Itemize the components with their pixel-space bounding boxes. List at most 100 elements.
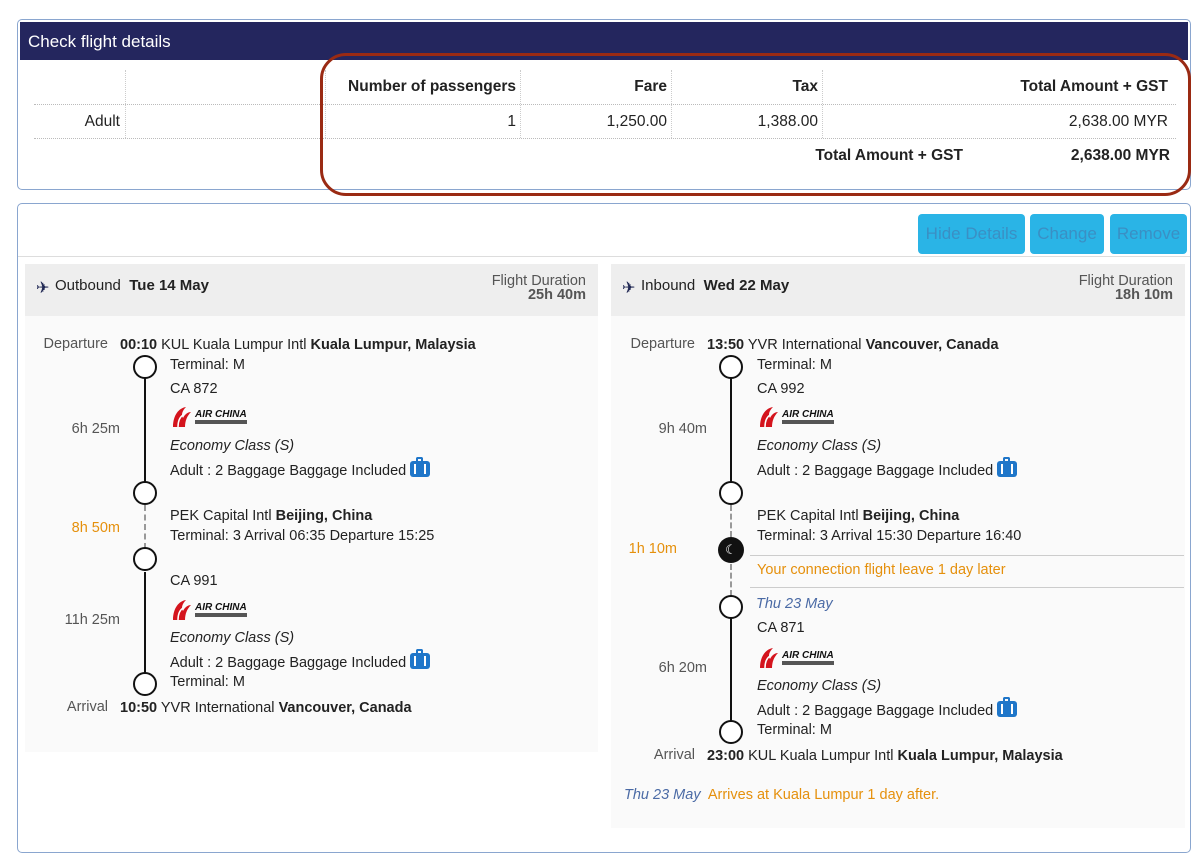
timeline-line xyxy=(730,368,732,482)
layover-city: Beijing, China xyxy=(862,508,960,524)
stop-marker xyxy=(133,481,157,505)
layover-duration: 8h 50m xyxy=(71,520,120,536)
duration-value: 18h 10m xyxy=(1114,287,1173,303)
change-button[interactable]: Change xyxy=(1030,214,1104,254)
baggage-info: Adult : 2 Baggage Baggage Included xyxy=(757,697,1018,719)
layover-details: Terminal: 3 Arrival 15:30 Departure 16:4… xyxy=(757,528,1022,544)
leg-duration: 6h 25m xyxy=(71,421,120,437)
outbound-label: Outbound xyxy=(55,277,121,294)
baggage-text: Adult : 2 Baggage Baggage Included xyxy=(757,703,994,719)
outbound-duration: Flight Duration 25h 40m xyxy=(491,273,586,303)
baggage-text: Adult : 2 Baggage Baggage Included xyxy=(757,463,994,479)
layover-airport: PEK Capital Intl Beijing, China xyxy=(757,508,959,524)
svg-text:AIR CHINA: AIR CHINA xyxy=(781,650,834,661)
stop-marker xyxy=(719,481,743,505)
flight-number: CA 871 xyxy=(757,620,805,636)
departure-city: Vancouver, Canada xyxy=(865,337,999,353)
flight-number: CA 991 xyxy=(170,573,218,589)
table-divider xyxy=(125,70,126,138)
baggage-info: Adult : 2 Baggage Baggage Included xyxy=(757,457,1018,479)
air-china-logo-icon: AIR CHINA xyxy=(173,600,247,621)
svg-text:AIR CHINA: AIR CHINA xyxy=(194,409,247,420)
leg-duration: 9h 40m xyxy=(658,421,707,437)
layover-line xyxy=(730,505,732,537)
inbound-header: ✈ Inbound Wed 22 May Flight Duration 18h… xyxy=(611,264,1185,316)
layover-line xyxy=(730,564,732,596)
departure-label: Departure xyxy=(630,336,695,352)
departure-label: Departure xyxy=(43,336,108,352)
baggage-text: Adult : 2 Baggage Baggage Included xyxy=(170,463,407,479)
stop-marker xyxy=(719,595,743,619)
cabin-class: Economy Class (S) xyxy=(170,438,295,454)
departure-time: 13:50 xyxy=(707,337,745,353)
duration-value: 25h 40m xyxy=(527,287,586,303)
hide-details-button[interactable]: Hide Details xyxy=(918,214,1025,254)
leg-duration: 6h 20m xyxy=(658,660,707,676)
departure-airport: KUL Kuala Lumpur Intl xyxy=(161,337,307,353)
footer-date: Thu 23 May xyxy=(624,787,701,803)
passenger-type: Adult xyxy=(84,113,120,130)
divider xyxy=(750,587,1184,588)
timeline-line xyxy=(144,368,146,482)
svg-text:AIR CHINA: AIR CHINA xyxy=(194,602,247,613)
timeline-line xyxy=(144,572,146,676)
outbound-arrival: 10:50 YVR International Vancouver, Canad… xyxy=(120,700,412,716)
cabin-class: Economy Class (S) xyxy=(170,630,295,646)
remove-button[interactable]: Remove xyxy=(1110,214,1187,254)
layover-airport-name: PEK Capital Intl xyxy=(757,508,859,524)
suitcase-icon xyxy=(997,697,1018,717)
departure-city: Kuala Lumpur, Malaysia xyxy=(310,337,476,353)
divider xyxy=(750,555,1184,556)
arrival-time: 23:00 xyxy=(707,748,745,764)
air-china-logo-icon: AIR CHINA xyxy=(760,407,834,428)
outbound-departure: 00:10 KUL Kuala Lumpur Intl Kuala Lumpur… xyxy=(120,337,476,353)
inbound-date: Wed 22 May xyxy=(703,277,790,294)
leg-duration: 11h 25m xyxy=(64,612,120,628)
arrival-time: 10:50 xyxy=(120,700,158,716)
arrival-label: Arrival xyxy=(66,699,108,715)
flight-number: CA 992 xyxy=(757,381,805,397)
plane-icon: ✈ xyxy=(36,280,50,297)
departure-terminal: Terminal: M xyxy=(757,357,832,373)
moon-icon: ☾ xyxy=(718,537,744,563)
inbound-departure: 13:50 YVR International Vancouver, Canad… xyxy=(707,337,999,353)
baggage-text: Adult : 2 Baggage Baggage Included xyxy=(170,655,407,671)
highlight-outline xyxy=(320,53,1191,196)
arrival-label: Arrival xyxy=(653,747,695,763)
stop-marker xyxy=(133,547,157,571)
cabin-class: Economy Class (S) xyxy=(757,438,882,454)
flight-number: CA 872 xyxy=(170,381,218,397)
departure-airport: YVR International xyxy=(747,337,862,353)
arrival-terminal: Terminal: M xyxy=(170,674,245,690)
arrival-city: Kuala Lumpur, Malaysia xyxy=(897,748,1063,764)
plane-icon: ✈ xyxy=(622,280,636,297)
stop-marker xyxy=(719,355,743,379)
arrival-airport: KUL Kuala Lumpur Intl xyxy=(748,748,894,764)
outbound-header: ✈ Outbound Tue 14 May Flight Duration 25… xyxy=(25,264,598,316)
stop-marker xyxy=(719,720,743,744)
layover-airport-name: PEK Capital Intl xyxy=(170,508,272,524)
layover-line xyxy=(144,505,146,549)
baggage-info: Adult : 2 Baggage Baggage Included xyxy=(170,457,431,479)
suitcase-icon xyxy=(410,457,431,477)
duration-label: Flight Duration xyxy=(491,273,586,289)
inbound-label: Inbound xyxy=(641,277,696,294)
footer-note: Arrives at Kuala Lumpur 1 day after. xyxy=(707,787,940,803)
cabin-class: Economy Class (S) xyxy=(757,678,882,694)
layover-duration: 1h 10m xyxy=(628,541,677,557)
connection-notice: Your connection flight leave 1 day later xyxy=(757,562,1006,578)
departure-terminal: Terminal: M xyxy=(170,357,245,373)
svg-text:AIR CHINA: AIR CHINA xyxy=(781,409,834,420)
suitcase-icon xyxy=(997,457,1018,477)
air-china-logo-icon: AIR CHINA xyxy=(173,407,247,428)
arrival-footer: Thu 23 May Arrives at Kuala Lumpur 1 day… xyxy=(624,787,939,803)
inbound-arrival: 23:00 KUL Kuala Lumpur Intl Kuala Lumpur… xyxy=(707,748,1063,764)
arrival-terminal: Terminal: M xyxy=(757,722,832,738)
arrival-city: Vancouver, Canada xyxy=(278,700,412,716)
air-china-logo-icon: AIR CHINA xyxy=(760,648,834,669)
divider xyxy=(18,256,1190,257)
arrival-airport: YVR International xyxy=(160,700,275,716)
outbound-date: Tue 14 May xyxy=(129,277,209,294)
baggage-info: Adult : 2 Baggage Baggage Included xyxy=(170,649,431,671)
layover-airport: PEK Capital Intl Beijing, China xyxy=(170,508,372,524)
